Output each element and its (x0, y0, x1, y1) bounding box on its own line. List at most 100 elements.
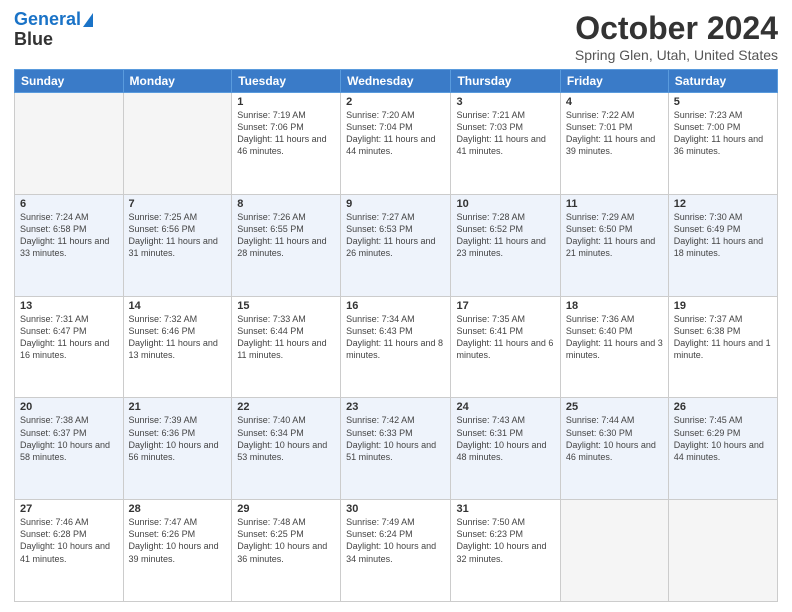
logo-blue: Blue (14, 30, 53, 50)
day-number: 3 (456, 96, 554, 108)
day-info: Sunrise: 7:25 AMSunset: 6:56 PMDaylight:… (129, 211, 227, 260)
day-number: 14 (129, 300, 227, 312)
col-sunday: Sunday (15, 70, 124, 93)
table-row (15, 93, 124, 195)
day-info: Sunrise: 7:30 AMSunset: 6:49 PMDaylight:… (674, 211, 772, 260)
calendar-week-row: 20Sunrise: 7:38 AMSunset: 6:37 PMDayligh… (15, 398, 778, 500)
calendar-table: Sunday Monday Tuesday Wednesday Thursday… (14, 69, 778, 602)
table-row (123, 93, 232, 195)
calendar-week-row: 27Sunrise: 7:46 AMSunset: 6:28 PMDayligh… (15, 500, 778, 602)
table-row: 3Sunrise: 7:21 AMSunset: 7:03 PMDaylight… (451, 93, 560, 195)
day-info: Sunrise: 7:49 AMSunset: 6:24 PMDaylight:… (346, 516, 445, 565)
day-number: 20 (20, 401, 118, 413)
day-info: Sunrise: 7:38 AMSunset: 6:37 PMDaylight:… (20, 414, 118, 463)
calendar-week-row: 1Sunrise: 7:19 AMSunset: 7:06 PMDaylight… (15, 93, 778, 195)
table-row: 19Sunrise: 7:37 AMSunset: 6:38 PMDayligh… (668, 296, 777, 398)
day-info: Sunrise: 7:45 AMSunset: 6:29 PMDaylight:… (674, 414, 772, 463)
day-info: Sunrise: 7:26 AMSunset: 6:55 PMDaylight:… (237, 211, 335, 260)
day-number: 12 (674, 198, 772, 210)
calendar-week-row: 6Sunrise: 7:24 AMSunset: 6:58 PMDaylight… (15, 194, 778, 296)
day-info: Sunrise: 7:19 AMSunset: 7:06 PMDaylight:… (237, 109, 335, 158)
day-info: Sunrise: 7:28 AMSunset: 6:52 PMDaylight:… (456, 211, 554, 260)
table-row (668, 500, 777, 602)
table-row: 2Sunrise: 7:20 AMSunset: 7:04 PMDaylight… (341, 93, 451, 195)
day-number: 2 (346, 96, 445, 108)
table-row: 11Sunrise: 7:29 AMSunset: 6:50 PMDayligh… (560, 194, 668, 296)
day-info: Sunrise: 7:27 AMSunset: 6:53 PMDaylight:… (346, 211, 445, 260)
day-number: 18 (566, 300, 663, 312)
day-number: 21 (129, 401, 227, 413)
table-row: 22Sunrise: 7:40 AMSunset: 6:34 PMDayligh… (232, 398, 341, 500)
day-info: Sunrise: 7:29 AMSunset: 6:50 PMDaylight:… (566, 211, 663, 260)
day-number: 10 (456, 198, 554, 210)
table-row: 14Sunrise: 7:32 AMSunset: 6:46 PMDayligh… (123, 296, 232, 398)
day-info: Sunrise: 7:24 AMSunset: 6:58 PMDaylight:… (20, 211, 118, 260)
day-info: Sunrise: 7:37 AMSunset: 6:38 PMDaylight:… (674, 313, 772, 362)
day-number: 15 (237, 300, 335, 312)
col-thursday: Thursday (451, 70, 560, 93)
table-row: 29Sunrise: 7:48 AMSunset: 6:25 PMDayligh… (232, 500, 341, 602)
day-info: Sunrise: 7:47 AMSunset: 6:26 PMDaylight:… (129, 516, 227, 565)
day-info: Sunrise: 7:50 AMSunset: 6:23 PMDaylight:… (456, 516, 554, 565)
table-row: 15Sunrise: 7:33 AMSunset: 6:44 PMDayligh… (232, 296, 341, 398)
day-info: Sunrise: 7:43 AMSunset: 6:31 PMDaylight:… (456, 414, 554, 463)
table-row: 5Sunrise: 7:23 AMSunset: 7:00 PMDaylight… (668, 93, 777, 195)
day-number: 17 (456, 300, 554, 312)
page: General Blue October 2024 Spring Glen, U… (0, 0, 792, 612)
table-row: 17Sunrise: 7:35 AMSunset: 6:41 PMDayligh… (451, 296, 560, 398)
logo: General Blue (14, 10, 93, 50)
day-number: 7 (129, 198, 227, 210)
day-number: 27 (20, 503, 118, 515)
table-row: 21Sunrise: 7:39 AMSunset: 6:36 PMDayligh… (123, 398, 232, 500)
day-info: Sunrise: 7:21 AMSunset: 7:03 PMDaylight:… (456, 109, 554, 158)
page-title: October 2024 (575, 10, 778, 47)
day-info: Sunrise: 7:46 AMSunset: 6:28 PMDaylight:… (20, 516, 118, 565)
day-number: 4 (566, 96, 663, 108)
col-wednesday: Wednesday (341, 70, 451, 93)
table-row: 12Sunrise: 7:30 AMSunset: 6:49 PMDayligh… (668, 194, 777, 296)
day-number: 22 (237, 401, 335, 413)
table-row: 4Sunrise: 7:22 AMSunset: 7:01 PMDaylight… (560, 93, 668, 195)
table-row: 18Sunrise: 7:36 AMSunset: 6:40 PMDayligh… (560, 296, 668, 398)
page-subtitle: Spring Glen, Utah, United States (575, 47, 778, 63)
day-number: 11 (566, 198, 663, 210)
day-number: 26 (674, 401, 772, 413)
table-row: 9Sunrise: 7:27 AMSunset: 6:53 PMDaylight… (341, 194, 451, 296)
table-row: 6Sunrise: 7:24 AMSunset: 6:58 PMDaylight… (15, 194, 124, 296)
table-row: 20Sunrise: 7:38 AMSunset: 6:37 PMDayligh… (15, 398, 124, 500)
header: General Blue October 2024 Spring Glen, U… (14, 10, 778, 63)
table-row: 13Sunrise: 7:31 AMSunset: 6:47 PMDayligh… (15, 296, 124, 398)
day-info: Sunrise: 7:32 AMSunset: 6:46 PMDaylight:… (129, 313, 227, 362)
day-info: Sunrise: 7:42 AMSunset: 6:33 PMDaylight:… (346, 414, 445, 463)
table-row: 10Sunrise: 7:28 AMSunset: 6:52 PMDayligh… (451, 194, 560, 296)
col-friday: Friday (560, 70, 668, 93)
day-number: 9 (346, 198, 445, 210)
table-row: 24Sunrise: 7:43 AMSunset: 6:31 PMDayligh… (451, 398, 560, 500)
table-row: 16Sunrise: 7:34 AMSunset: 6:43 PMDayligh… (341, 296, 451, 398)
day-info: Sunrise: 7:35 AMSunset: 6:41 PMDaylight:… (456, 313, 554, 362)
table-row: 31Sunrise: 7:50 AMSunset: 6:23 PMDayligh… (451, 500, 560, 602)
table-row: 1Sunrise: 7:19 AMSunset: 7:06 PMDaylight… (232, 93, 341, 195)
day-number: 5 (674, 96, 772, 108)
table-row: 23Sunrise: 7:42 AMSunset: 6:33 PMDayligh… (341, 398, 451, 500)
day-number: 16 (346, 300, 445, 312)
table-row: 8Sunrise: 7:26 AMSunset: 6:55 PMDaylight… (232, 194, 341, 296)
day-number: 6 (20, 198, 118, 210)
day-info: Sunrise: 7:44 AMSunset: 6:30 PMDaylight:… (566, 414, 663, 463)
table-row: 26Sunrise: 7:45 AMSunset: 6:29 PMDayligh… (668, 398, 777, 500)
table-row: 25Sunrise: 7:44 AMSunset: 6:30 PMDayligh… (560, 398, 668, 500)
title-block: October 2024 Spring Glen, Utah, United S… (575, 10, 778, 63)
day-info: Sunrise: 7:39 AMSunset: 6:36 PMDaylight:… (129, 414, 227, 463)
table-row: 28Sunrise: 7:47 AMSunset: 6:26 PMDayligh… (123, 500, 232, 602)
day-number: 28 (129, 503, 227, 515)
day-number: 31 (456, 503, 554, 515)
day-info: Sunrise: 7:34 AMSunset: 6:43 PMDaylight:… (346, 313, 445, 362)
day-info: Sunrise: 7:36 AMSunset: 6:40 PMDaylight:… (566, 313, 663, 362)
calendar-header-row: Sunday Monday Tuesday Wednesday Thursday… (15, 70, 778, 93)
day-number: 23 (346, 401, 445, 413)
calendar-week-row: 13Sunrise: 7:31 AMSunset: 6:47 PMDayligh… (15, 296, 778, 398)
logo-text: General (14, 10, 81, 30)
day-number: 24 (456, 401, 554, 413)
table-row (560, 500, 668, 602)
day-number: 29 (237, 503, 335, 515)
